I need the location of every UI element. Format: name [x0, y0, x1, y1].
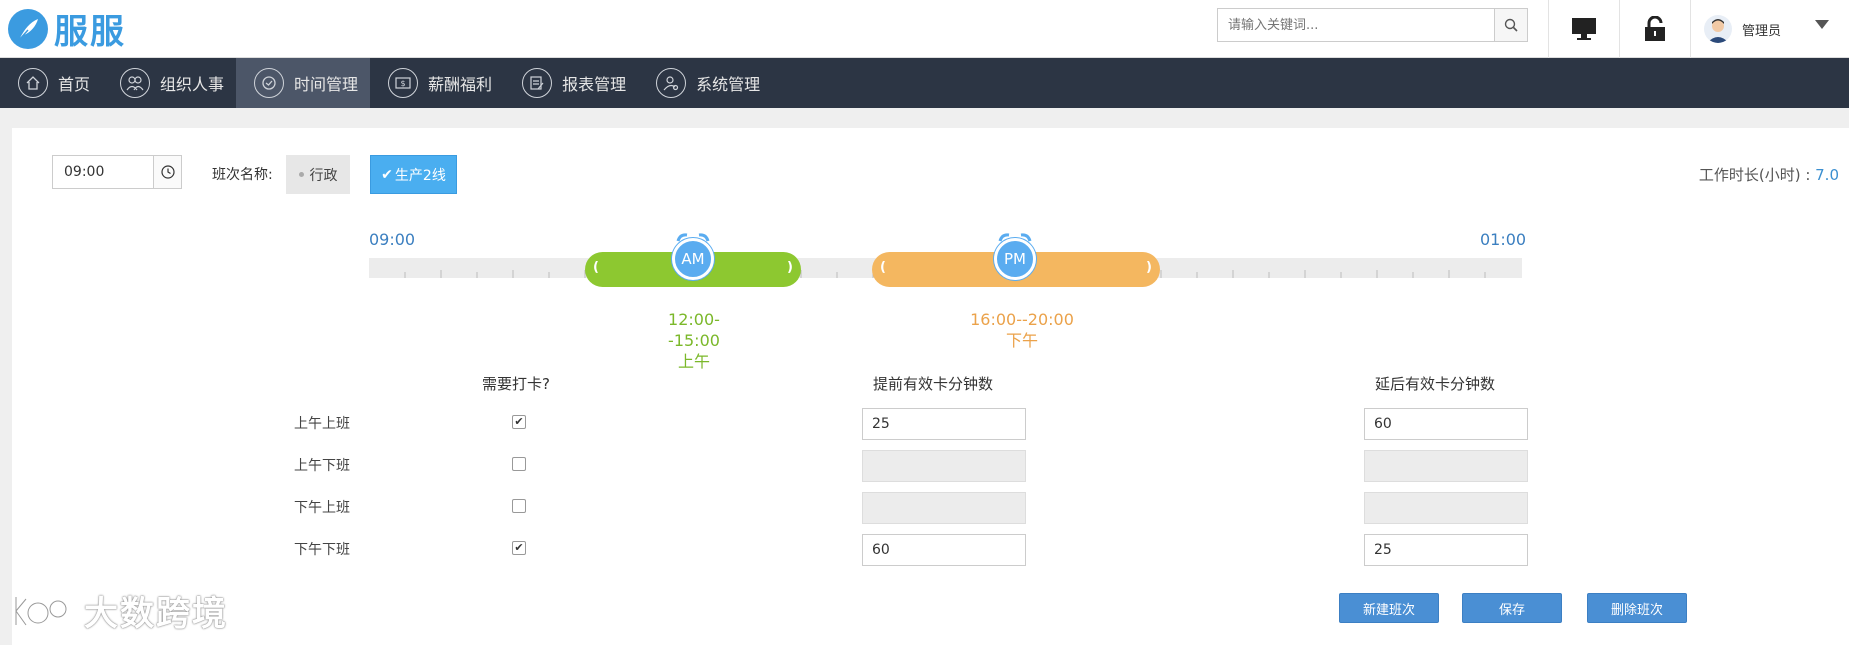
- top-header: 服服 管理员: [0, 0, 1849, 58]
- nav-item-report[interactable]: 报表管理: [504, 58, 638, 108]
- chevron-down-icon[interactable]: [1815, 20, 1829, 29]
- am-badge: AM: [681, 250, 705, 268]
- am-alarm-icon: AM: [672, 233, 714, 280]
- dot-icon: [298, 172, 304, 177]
- user-menu[interactable]: 管理员: [1690, 0, 1849, 58]
- report-icon: [522, 68, 553, 98]
- work-hours: 工作时长(小时) : 7.0: [1699, 164, 1839, 185]
- timeline-start: 09:00: [369, 230, 416, 249]
- watermark-text: 大数跨境: [84, 594, 228, 634]
- pm-badge: PM: [1004, 250, 1026, 268]
- lock-button[interactable]: [1619, 0, 1689, 58]
- time-input[interactable]: [53, 156, 153, 188]
- am-time-range: 12:00--15:00: [668, 310, 720, 350]
- pm-alarm-icon: PM: [994, 233, 1036, 280]
- drag-handle-left[interactable]: (: [880, 260, 886, 275]
- home-icon: [18, 68, 48, 98]
- nav-item-org[interactable]: 组织人事: [102, 58, 236, 108]
- new-shift-button[interactable]: 新建班次: [1339, 593, 1439, 623]
- unlock-icon: [1644, 16, 1665, 41]
- user-name: 管理员: [1742, 23, 1782, 39]
- row-label-am-in: 上午上班: [294, 416, 350, 432]
- search-input[interactable]: [1218, 9, 1494, 41]
- feather-logo-icon: [8, 8, 48, 49]
- nav-label: 薪酬福利: [428, 75, 493, 94]
- timeline-end: 01:00: [1480, 230, 1527, 249]
- watermark-logo: [14, 596, 68, 626]
- header-after-minutes: 延后有效卡分钟数: [1375, 375, 1496, 393]
- checkbox-pm-out[interactable]: [512, 541, 526, 555]
- drag-handle-right[interactable]: ): [787, 260, 793, 275]
- time-picker: [52, 155, 182, 189]
- pm-range: 16:00--20:00 下午: [967, 309, 1077, 351]
- drag-handle-left[interactable]: (: [593, 260, 599, 275]
- time-picker-button[interactable]: [153, 156, 181, 188]
- before-minutes-pm-in[interactable]: [862, 492, 1026, 524]
- user-settings-icon: [656, 68, 687, 98]
- nav-label: 组织人事: [160, 75, 225, 94]
- main-nav: 首页 组织人事 时间管理 $ 薪酬福利 报表管理 系统管理: [0, 58, 1849, 108]
- people-icon: [120, 68, 151, 98]
- monitor-icon: [1571, 18, 1596, 40]
- after-minutes-pm-out[interactable]: [1364, 534, 1528, 566]
- clock-icon: [254, 68, 285, 98]
- pm-label: 下午: [1005, 331, 1038, 350]
- am-range: 12:00--15:00 上午: [644, 309, 744, 372]
- row-label-pm-in: 下午上班: [294, 500, 350, 516]
- work-hours-value: 7.0: [1815, 166, 1839, 184]
- header-before-minutes: 提前有效卡分钟数: [873, 375, 994, 393]
- am-label: 上午: [677, 352, 710, 371]
- money-icon: $: [388, 68, 419, 98]
- nav-label: 报表管理: [562, 75, 627, 94]
- before-minutes-am-out[interactable]: [862, 450, 1026, 482]
- search-button[interactable]: [1494, 9, 1527, 41]
- monitor-button[interactable]: [1548, 0, 1618, 58]
- search-box: [1217, 8, 1528, 42]
- after-minutes-am-out[interactable]: [1364, 450, 1528, 482]
- save-button[interactable]: 保存: [1462, 593, 1562, 623]
- svg-text:$: $: [401, 79, 406, 88]
- checkbox-am-out[interactable]: [512, 457, 526, 471]
- checkbox-pm-in[interactable]: [512, 499, 526, 513]
- avatar: [1704, 15, 1732, 43]
- after-minutes-pm-in[interactable]: [1364, 492, 1528, 524]
- shift-option-label: 生产2线: [394, 167, 446, 184]
- shift-option-admin[interactable]: 行政: [286, 155, 350, 194]
- work-hours-label: 工作时长(小时) :: [1698, 166, 1816, 184]
- nav-item-system[interactable]: 系统管理: [638, 58, 772, 108]
- shift-option-label: 行政: [309, 167, 338, 184]
- nav-label: 时间管理: [294, 75, 359, 94]
- nav-label: 系统管理: [696, 75, 761, 94]
- after-minutes-am-in[interactable]: [1364, 408, 1528, 440]
- row-label-am-out: 上午下班: [294, 458, 350, 474]
- app-logo[interactable]: 服服: [8, 4, 126, 53]
- nav-item-time[interactable]: 时间管理: [236, 58, 371, 108]
- shift-name-label: 班次名称:: [212, 167, 273, 183]
- row-label-pm-out: 下午下班: [294, 542, 350, 558]
- drag-handle-right[interactable]: ): [1146, 260, 1152, 275]
- check-icon: ✔: [381, 166, 393, 183]
- shift-option-line2[interactable]: ✔ 生产2线: [370, 155, 457, 194]
- nav-item-home[interactable]: 首页: [0, 58, 102, 108]
- watermark: 大数跨境: [10, 586, 228, 635]
- search-icon: [1504, 18, 1518, 32]
- clock-icon: [160, 165, 175, 179]
- delete-shift-button[interactable]: 删除班次: [1587, 593, 1687, 623]
- before-minutes-am-in[interactable]: [862, 408, 1026, 440]
- nav-item-salary[interactable]: $ 薪酬福利: [370, 58, 504, 108]
- header-need-punch: 需要打卡?: [482, 375, 550, 393]
- shift-panel: 班次名称: 行政 ✔ 生产2线 工作时长(小时) : 7.0 09:00 01:…: [12, 128, 1849, 645]
- before-minutes-pm-out[interactable]: [862, 534, 1026, 566]
- nav-label: 首页: [58, 75, 91, 94]
- app-name: 服服: [54, 12, 126, 52]
- checkbox-am-in[interactable]: [512, 415, 526, 429]
- pm-time-range: 16:00--20:00: [970, 310, 1074, 329]
